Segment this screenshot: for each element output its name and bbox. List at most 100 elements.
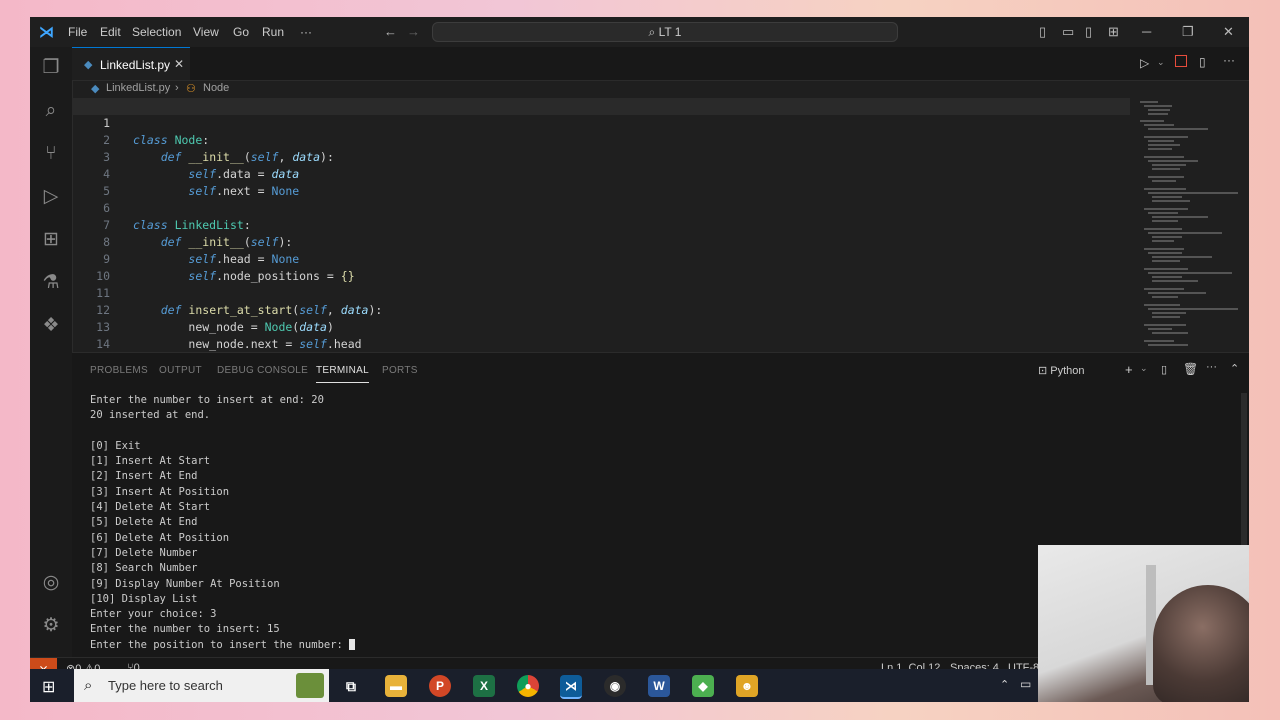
restore-icon[interactable]: ❐ [1182, 24, 1194, 40]
more-actions-icon[interactable]: ··· [1223, 53, 1235, 67]
run-dropdown-chevron-icon[interactable]: ⌄ [1157, 57, 1165, 68]
vscode-window: ⋊ File Edit Selection View Go Run ··· ← … [30, 17, 1249, 702]
menu-file[interactable]: File [68, 25, 87, 39]
minimap-line [1144, 288, 1184, 290]
tab-output[interactable]: OUTPUT [159, 365, 202, 376]
menu-selection[interactable]: Selection [132, 25, 181, 39]
vscode-logo-icon: ⋊ [39, 24, 54, 41]
terminal-shell-selector[interactable]: ⊡ Python [1038, 364, 1085, 377]
minimap-line [1140, 101, 1158, 103]
source-control-icon[interactable]: ⑂ [39, 142, 63, 166]
code-line: 4 self.next = None [72, 149, 1130, 198]
minimap-line [1140, 120, 1164, 122]
terminal-dropdown-chevron-icon[interactable]: ⌄ [1140, 363, 1148, 374]
code-line: 14 self.head = new_node [72, 319, 1130, 351]
excel-icon[interactable]: X [473, 675, 495, 697]
task-view-icon[interactable]: ⧉ [340, 675, 362, 697]
toggle-panel-icon[interactable]: ▭ [1062, 24, 1074, 40]
minimap-line [1152, 256, 1212, 258]
tab-problems[interactable]: PROBLEMS [90, 365, 148, 376]
word-icon[interactable]: W [648, 675, 670, 697]
taskbar-search-box[interactable]: ⌕ Type here to search [74, 669, 329, 702]
minimap-line [1152, 332, 1188, 334]
terminal-output[interactable]: Enter the number to insert at end: 20 20… [90, 393, 1090, 653]
minimap-line [1152, 260, 1180, 262]
tab-ports[interactable]: PORTS [382, 365, 418, 376]
minimap-line [1152, 196, 1182, 198]
app-green-icon[interactable]: ◆ [692, 675, 714, 697]
trash-icon[interactable]: 🗑 [1183, 362, 1198, 376]
activity-bar: ❐ ⌕ ⑂ ▷ ⊞ ⚗ ❖ ◎ ⚙ [30, 47, 73, 657]
close-tab-icon[interactable]: ✕ [174, 57, 184, 71]
app-yellow-icon[interactable]: ☻ [736, 675, 758, 697]
command-center-label: LT 1 [658, 25, 682, 39]
code-line: 9 self.node_positions = {} [72, 234, 1130, 283]
back-arrow-icon[interactable]: ← [384, 24, 397, 39]
minimap[interactable] [1130, 98, 1240, 352]
menu-more[interactable]: ··· [300, 25, 312, 39]
minimap-line [1148, 328, 1172, 330]
settings-gear-icon[interactable]: ⚙ [39, 614, 63, 638]
menu-edit[interactable]: Edit [100, 25, 121, 39]
toggle-sidebar-icon[interactable]: ▯ [1039, 24, 1046, 40]
python-icon[interactable]: ❖ [39, 314, 63, 338]
minimap-line [1152, 216, 1208, 218]
breadcrumb-chevron-icon: › [175, 82, 179, 94]
extensions-icon[interactable]: ⊞ [39, 228, 63, 252]
obs-icon[interactable]: ◉ [604, 675, 626, 697]
tray-battery-icon[interactable]: ▭ [1020, 677, 1031, 691]
minimap-line [1148, 308, 1238, 310]
stop-icon[interactable] [1175, 55, 1187, 67]
terminal-line: [7] Delete Number [90, 546, 198, 559]
minimap-line [1152, 168, 1180, 170]
code-line: 2 def __init__(self, data): [72, 115, 1130, 164]
command-center[interactable]: ⌕ LT 1 [432, 22, 898, 42]
windows-start-icon[interactable]: ⊞ [42, 677, 55, 697]
toggle-secondary-sidebar-icon[interactable]: ▯ [1085, 24, 1092, 40]
close-window-icon[interactable]: ✕ [1223, 24, 1234, 40]
file-explorer-icon[interactable]: ▬ [385, 675, 407, 697]
run-debug-icon[interactable]: ▷ [39, 185, 63, 209]
vscode-taskbar-icon[interactable]: ⋊ [560, 675, 582, 699]
minimap-line [1148, 140, 1174, 142]
minimize-icon[interactable]: ─ [1142, 24, 1151, 39]
tray-chevron-icon[interactable]: ⌃ [1000, 678, 1009, 691]
powerpoint-icon[interactable]: P [429, 675, 451, 697]
minimap-line [1148, 109, 1170, 111]
panel-more-icon[interactable]: ··· [1206, 361, 1217, 373]
account-icon[interactable]: ◎ [39, 571, 63, 595]
breadcrumb-file[interactable]: LinkedList.py [106, 82, 170, 94]
maximize-panel-icon[interactable]: ⌃ [1230, 362, 1239, 375]
layout-icon[interactable]: ⊞ [1108, 24, 1119, 40]
minimap-line [1152, 164, 1186, 166]
tab-linkedlist-py[interactable]: ◆ LinkedList.py ✕ [72, 47, 190, 80]
menu-run[interactable]: Run [262, 25, 284, 39]
terminal-line: [8] Search Number [90, 562, 198, 575]
terminal-line: [0] Exit [90, 439, 141, 452]
tab-filename: LinkedList.py [100, 58, 171, 72]
minimap-line [1144, 228, 1182, 230]
minimap-line [1148, 232, 1222, 234]
forward-arrow-icon[interactable]: → [407, 24, 420, 39]
tab-debug-console[interactable]: DEBUG CONSOLE [217, 365, 308, 376]
menu-view[interactable]: View [193, 25, 219, 39]
menu-go[interactable]: Go [233, 25, 249, 39]
code-line: 12 new_node = Node(data) [72, 285, 1130, 334]
testing-icon[interactable]: ⚗ [39, 271, 63, 295]
tab-terminal[interactable]: TERMINAL [316, 365, 369, 383]
code-editor[interactable]: 1 class Node: 2 def __init__(self, data)… [72, 98, 1130, 352]
code-line: 11 def insert_at_start(self, data): [72, 268, 1130, 317]
breadcrumb-symbol[interactable]: Node [203, 82, 229, 94]
explorer-icon[interactable]: ❐ [39, 56, 63, 80]
chrome-icon[interactable]: ● [517, 675, 539, 697]
minimap-line [1152, 180, 1176, 182]
search-view-icon[interactable]: ⌕ [39, 99, 63, 123]
run-python-file-icon[interactable]: ▷ [1140, 56, 1149, 70]
split-terminal-icon[interactable]: ▯ [1161, 363, 1167, 376]
minimap-line [1148, 344, 1188, 346]
split-editor-icon[interactable]: ▯ [1199, 55, 1206, 69]
title-bar: ⋊ File Edit Selection View Go Run ··· ← … [30, 17, 1249, 47]
new-terminal-icon[interactable]: + [1125, 362, 1133, 377]
terminal-line: [4] Delete At Start [90, 501, 211, 514]
